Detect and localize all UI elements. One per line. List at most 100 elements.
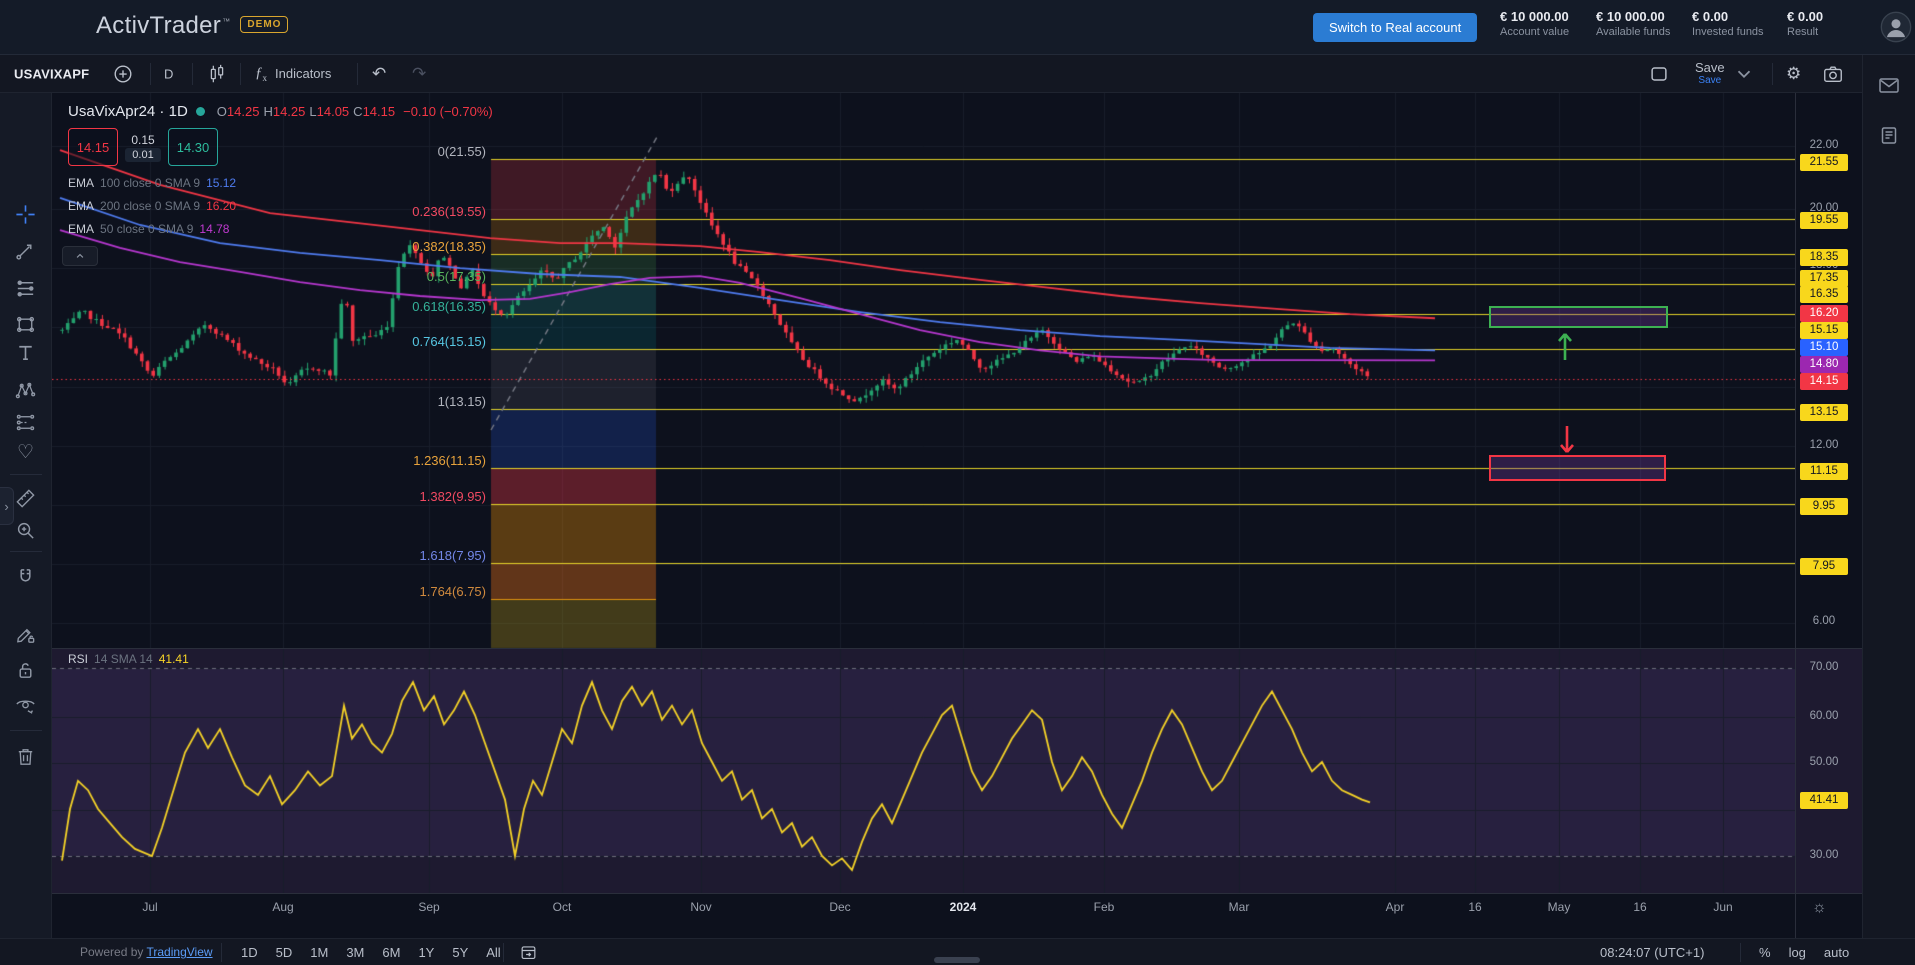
buy-button[interactable]: 14.30 xyxy=(168,128,218,166)
ema-legend-row[interactable]: EMA100 close 0 SMA 915.12 xyxy=(68,175,236,191)
price-chart-canvas[interactable] xyxy=(52,93,1795,893)
settings-gear-icon[interactable]: ⚙ xyxy=(1786,64,1801,84)
fib-retracement-icon[interactable] xyxy=(9,273,43,303)
price-tick: 30.00 xyxy=(1800,849,1848,861)
toolbar-divider xyxy=(192,63,193,85)
ema-name: EMA xyxy=(68,176,94,190)
fib-level-label[interactable]: 0.764(15.15) xyxy=(336,334,486,349)
crosshair-icon[interactable] xyxy=(9,199,43,229)
sidebar-expand-handle[interactable]: › xyxy=(0,487,14,525)
magnet-icon[interactable] xyxy=(9,562,43,592)
fib-level-label[interactable]: 1.382(9.95) xyxy=(336,489,486,504)
save-sub-label[interactable]: Save xyxy=(1698,74,1721,87)
scale-mode-buttons: %logauto xyxy=(1752,939,1856,965)
h-scrollbar-handle[interactable] xyxy=(934,957,980,963)
trash-icon[interactable] xyxy=(9,741,43,771)
arrow-down-icon[interactable] xyxy=(1555,422,1579,461)
hide-drawings-icon[interactable] xyxy=(9,690,43,720)
ema-legend-row[interactable]: EMA50 close 0 SMA 914.78 xyxy=(68,221,229,237)
text-tool-icon[interactable] xyxy=(9,337,43,367)
compare-add-icon[interactable] xyxy=(112,63,134,85)
switch-to-real-account-button[interactable]: Switch to Real account xyxy=(1313,13,1477,42)
interval-button[interactable]: D xyxy=(164,66,173,81)
sidebar-divider xyxy=(10,551,42,552)
ema-params: 50 close 0 SMA 9 xyxy=(100,222,193,236)
trend-line-icon[interactable] xyxy=(9,235,43,265)
redo-icon[interactable]: ↷ xyxy=(412,64,426,84)
stat-value: € 10 000.00 xyxy=(1500,9,1592,24)
time-label: Oct xyxy=(532,900,592,914)
fib-level-label[interactable]: 0(21.55) xyxy=(336,144,486,159)
forecast-icon[interactable] xyxy=(9,407,43,437)
supply-zone[interactable] xyxy=(1489,306,1668,328)
layout-select-icon[interactable] xyxy=(1648,63,1670,85)
range-1d[interactable]: 1D xyxy=(232,943,267,962)
account-stat: € 0.00 Result xyxy=(1787,9,1879,38)
price-badge-ema100: 15.10 xyxy=(1800,339,1848,356)
ema-params: 100 close 0 SMA 9 xyxy=(100,176,200,190)
range-all[interactable]: All xyxy=(477,943,509,962)
range-5d[interactable]: 5D xyxy=(267,943,302,962)
goto-date-icon[interactable] xyxy=(519,943,538,965)
timezone-sun-icon[interactable]: ☼ xyxy=(1812,899,1827,917)
arrow-up-icon[interactable] xyxy=(1553,330,1577,369)
time-label: 16 xyxy=(1445,900,1505,914)
ema-params: 200 close 0 SMA 9 xyxy=(100,199,200,213)
chart-style-icon[interactable] xyxy=(206,63,228,85)
undo-icon[interactable]: ↶ xyxy=(372,64,386,84)
range-5y[interactable]: 5Y xyxy=(443,943,477,962)
clock[interactable]: 08:24:07 (UTC+1) xyxy=(1600,945,1704,960)
sell-button[interactable]: 14.15 xyxy=(68,128,118,166)
range-1y[interactable]: 1Y xyxy=(409,943,443,962)
pane-divider[interactable] xyxy=(52,648,1862,649)
news-icon[interactable] xyxy=(1877,124,1901,153)
fib-level-label[interactable]: 0.236(19.55) xyxy=(336,204,486,219)
fib-level-label[interactable]: 1.618(7.95) xyxy=(336,548,486,563)
spread-high: 0.15 xyxy=(131,133,154,147)
drawing-mode-icon[interactable] xyxy=(9,619,43,649)
sidebar-divider xyxy=(10,474,42,475)
fib-level-label[interactable]: 1.764(6.75) xyxy=(336,584,486,599)
account-stat: € 10 000.00Account value xyxy=(1500,9,1592,38)
chart-legend: UsaVixApr24 · 1D O14.25H14.25L14.05C14.1… xyxy=(68,103,493,120)
save-button[interactable]: Save Save xyxy=(1695,61,1755,87)
toolbar-divider xyxy=(1772,63,1773,85)
scale-mode-auto[interactable]: auto xyxy=(1817,943,1856,962)
fib-level-label[interactable]: 0.618(16.35) xyxy=(336,299,486,314)
ohlc-label: C xyxy=(353,104,362,119)
range-1m[interactable]: 1M xyxy=(301,943,337,962)
fib-level-label[interactable]: 1.236(11.15) xyxy=(336,453,486,468)
stat-label: Invested funds xyxy=(1692,26,1784,38)
ema-legend-row[interactable]: EMA200 close 0 SMA 916.20 xyxy=(68,198,236,214)
stat-value: € 0.00 xyxy=(1787,9,1879,24)
range-3m[interactable]: 3M xyxy=(337,943,373,962)
sidebar-divider xyxy=(10,730,42,731)
scale-mode-log[interactable]: log xyxy=(1782,943,1813,962)
tradingview-link[interactable]: TradingView xyxy=(147,945,213,959)
fib-level-label[interactable]: 0.382(18.35) xyxy=(336,239,486,254)
camera-snapshot-icon[interactable] xyxy=(1822,63,1844,85)
scale-mode-percent[interactable]: % xyxy=(1752,943,1778,962)
ema-value: 16.20 xyxy=(206,199,236,213)
fib-level-label[interactable]: 1(13.15) xyxy=(336,394,486,409)
indicators-button[interactable]: ƒx Indicators xyxy=(255,65,331,83)
lock-drawings-icon[interactable] xyxy=(9,655,43,685)
powered-by: Powered by TradingView xyxy=(80,945,213,959)
chevron-down-icon xyxy=(1733,63,1755,85)
xabcd-pattern-icon[interactable] xyxy=(9,375,43,405)
range-6m[interactable]: 6M xyxy=(373,943,409,962)
emoji-heart-icon[interactable]: ♡ xyxy=(9,437,43,467)
legend-collapse-button[interactable] xyxy=(62,246,98,266)
price-badge-fib: 11.15 xyxy=(1800,463,1848,480)
shapes-icon[interactable] xyxy=(9,309,43,339)
change-value: −0.10 (−0.70%) xyxy=(403,104,493,119)
price-badge-fib: 18.35 xyxy=(1800,249,1848,266)
symbol-title[interactable]: UsaVixApr24 · 1D xyxy=(68,103,188,120)
avatar[interactable] xyxy=(1880,11,1912,43)
stat-label: Result xyxy=(1787,26,1879,38)
price-badge-ema50: 14.80 xyxy=(1800,356,1848,373)
price-badge-fib: 9.95 xyxy=(1800,498,1848,515)
symbol-button[interactable]: USAVIXAPF xyxy=(14,66,89,81)
fib-level-label[interactable]: 0.5(17.35) xyxy=(336,269,486,284)
mail-icon[interactable] xyxy=(1877,74,1901,103)
